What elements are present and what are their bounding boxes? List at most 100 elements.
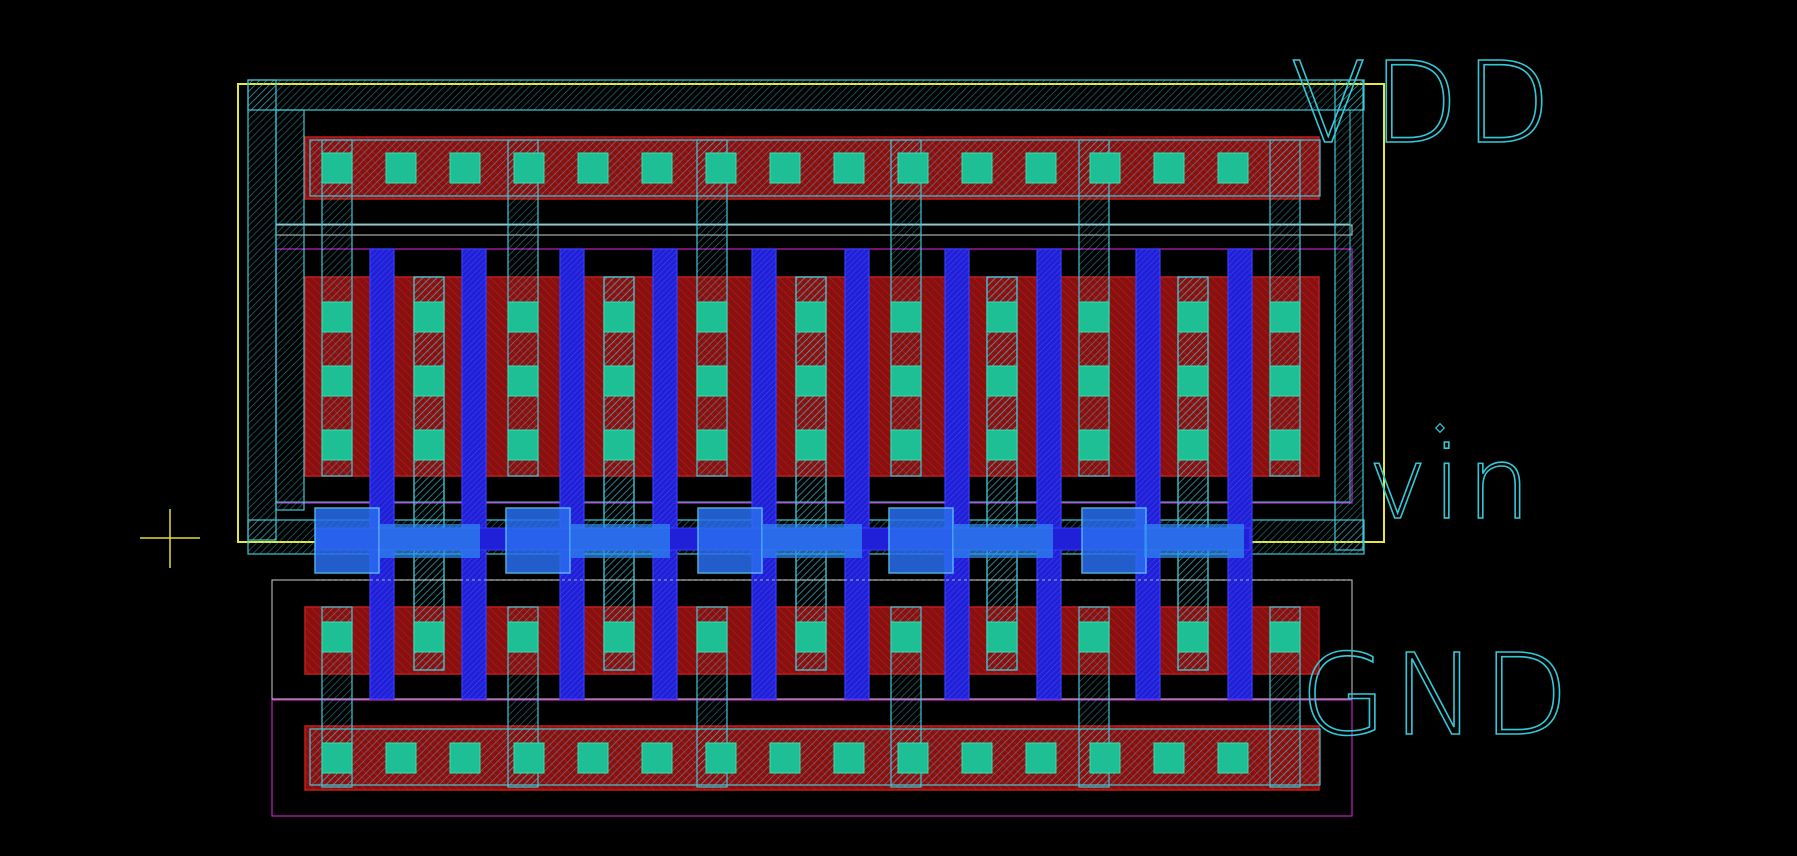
pmos-sd-contact [603,301,635,333]
nmos-sd-contact [890,621,922,653]
vdd-tap-contact [705,152,737,184]
pmos-sd-contact [1078,429,1110,461]
gnd-tap-contact [1025,742,1057,774]
vdd-tap-contact [1025,152,1057,184]
pmos-sd-contact [413,365,445,397]
gnd-tap-contact [641,742,673,774]
pmos-sd-contact [986,301,1018,333]
input-bus-link [1144,524,1244,558]
gnd-tap-contact [1153,742,1185,774]
gnd-pin-label[interactable]: GND [1299,630,1575,762]
input-bus-link [953,524,1053,558]
metal1-drain-strap [603,276,635,671]
vin-pin-label[interactable]: vin [1367,424,1536,543]
pmos-sd-contact [1269,365,1301,397]
vdd-tap-contact [897,152,929,184]
nmos-sd-contact [1078,621,1110,653]
nmos-sd-contact [603,621,635,653]
pmos-sd-contact [413,429,445,461]
gnd-tap-contact [513,742,545,774]
pmos-sd-contact [1177,429,1209,461]
poly-contact [697,507,763,574]
pmos-sd-contact [986,365,1018,397]
gnd-tap-contact [961,742,993,774]
pmos-sd-contact [413,301,445,333]
pmos-sd-contact [696,365,728,397]
layout-canvas[interactable]: VDD vin GND [0,0,1797,856]
pmos-sd-contact [1078,365,1110,397]
pmos-sd-contact [507,429,539,461]
metal1-vdd-rail [247,79,1365,111]
vdd-tap-contact [1217,152,1249,184]
vdd-tap-contact [1153,152,1185,184]
pmos-sd-contact [795,429,827,461]
nmos-sd-contact [1177,621,1209,653]
metal1-inner-left [275,109,305,511]
poly-contact [1081,507,1147,574]
vdd-tap-contact [449,152,481,184]
vdd-tap-contact [577,152,609,184]
poly-contact [314,507,380,574]
pmos-sd-contact [696,301,728,333]
nmos-sd-contact [507,621,539,653]
poly-gate-hatch [945,249,969,699]
gnd-tap-contact [705,742,737,774]
origin-crosshair-icon [140,509,200,568]
poly-contact [888,507,954,574]
vdd-tap-contact [833,152,865,184]
pmos-sd-contact [603,365,635,397]
poly-contact-layer [314,507,1244,574]
pmos-sd-contact [321,365,353,397]
pmos-sd-contact [1177,301,1209,333]
pmos-sd-contact [1177,365,1209,397]
poly-gate-hatch [1037,249,1061,699]
vdd-tap-contact [513,152,545,184]
pmos-sd-contact [507,301,539,333]
gnd-tap-contact [577,742,609,774]
pmos-sd-contact [795,301,827,333]
nmos-sd-contact [795,621,827,653]
metal1-drain-strap [413,276,445,671]
poly-gate-hatch [370,249,394,699]
vdd-tap-contact [769,152,801,184]
input-bus-link [380,524,480,558]
poly-gate-hatch [653,249,677,699]
gnd-tap-contact [769,742,801,774]
pmos-sd-contact [1078,301,1110,333]
pmos-outline [275,224,1353,236]
nmos-sd-contact [413,621,445,653]
nmos-sd-contact [696,621,728,653]
gnd-tap-contact [1089,742,1121,774]
poly-gate-hatch [560,249,584,699]
gnd-tap-contact [1217,742,1249,774]
gnd-tap-contact [833,742,865,774]
pmos-sd-contact [603,429,635,461]
metal1-left-arm [247,79,277,541]
poly-gate-hatch [1136,249,1160,699]
metal1-drain-strap [795,276,827,671]
gnd-tap-contact [449,742,481,774]
pmos-sd-contact [795,365,827,397]
metal1-drain-strap [986,276,1018,671]
nmos-sd-contact [1269,621,1301,653]
vdd-pin-label[interactable]: VDD [1289,38,1557,170]
poly-contact [505,507,571,574]
pmos-sd-contact [986,429,1018,461]
pmos-sd-contact [1269,301,1301,333]
vdd-tap-contact [641,152,673,184]
poly-gate-hatch [845,249,869,699]
pmos-sd-contact [321,429,353,461]
pmos-sd-contact [890,429,922,461]
nmos-sd-contact [986,621,1018,653]
vdd-tap-contact [385,152,417,184]
poly-gate-hatch [752,249,776,699]
vdd-tap-contact [1089,152,1121,184]
vdd-tap-contact [321,152,353,184]
input-bus-link [570,524,670,558]
poly-gate-hatch [462,249,486,699]
nmos-sd-contact [321,621,353,653]
pmos-sd-contact [890,301,922,333]
gnd-tap-contact [385,742,417,774]
gnd-tap-contact [321,742,353,774]
input-bus-link [762,524,862,558]
